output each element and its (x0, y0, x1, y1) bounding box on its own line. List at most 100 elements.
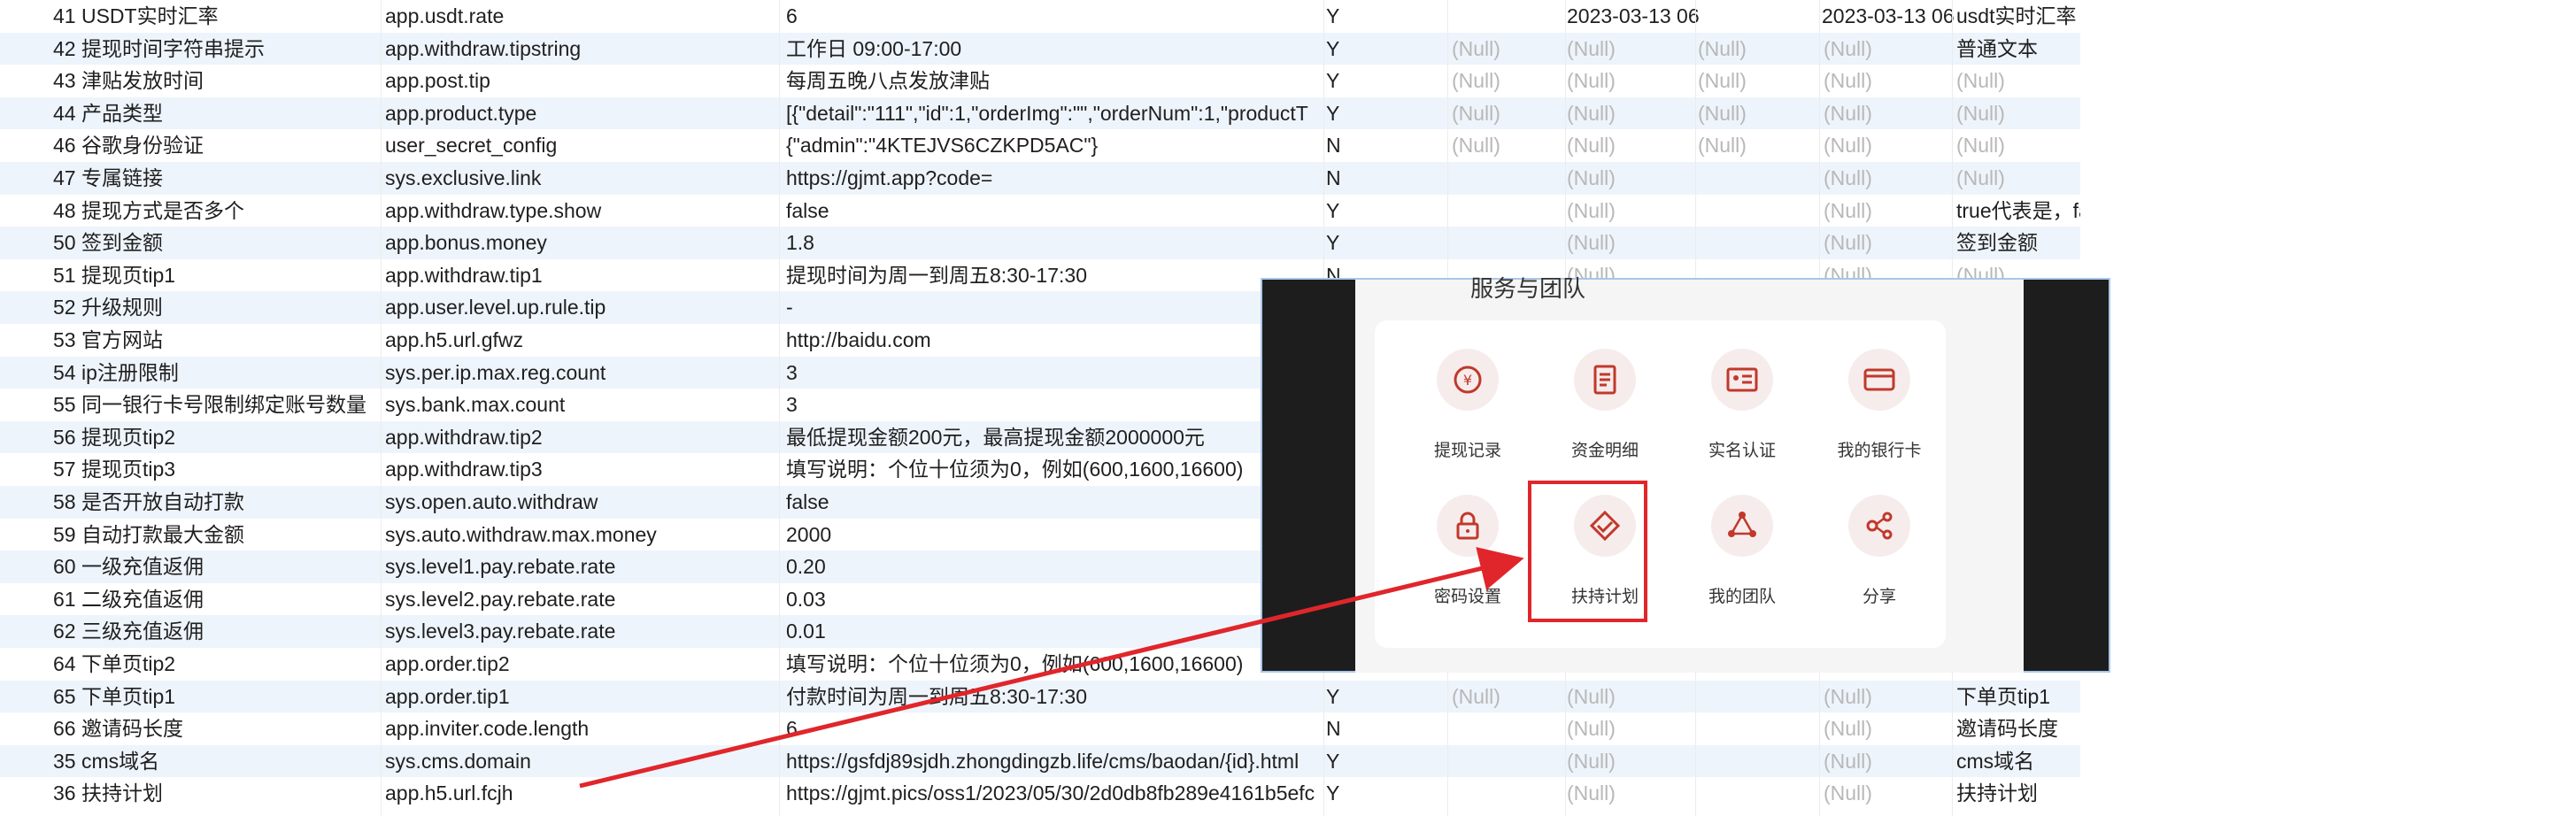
cell-n1[interactable]: (Null) (1452, 33, 1571, 65)
cell-id[interactable]: 57 提现页tip3 (53, 453, 382, 486)
cell-id[interactable]: 61 二级充值返佣 (53, 583, 382, 616)
cell-id[interactable]: 56 提现页tip2 (53, 421, 382, 454)
cell-n2[interactable] (1698, 195, 1813, 227)
cell-code[interactable]: app.withdraw.tipstring (385, 33, 779, 65)
cell-id[interactable]: 36 扶持计划 (53, 777, 382, 810)
cell-code[interactable]: app.usdt.rate (385, 0, 779, 33)
cell-id[interactable]: 43 津贴发放时间 (53, 65, 382, 97)
cell-flag[interactable]: Y (1326, 227, 1353, 259)
cell-n2[interactable] (1698, 681, 1813, 713)
cell-id[interactable]: 62 三级充值返佣 (53, 615, 382, 648)
cell-flag[interactable]: N (1326, 712, 1353, 745)
service-item[interactable]: 实名认证 (1676, 338, 1809, 471)
cell-code[interactable]: app.order.tip1 (385, 681, 779, 713)
cell-d2[interactable] (1822, 745, 1955, 778)
cell-flag[interactable]: Y (1326, 195, 1353, 227)
cell-id[interactable]: 48 提现方式是否多个 (53, 195, 382, 227)
cell-d1[interactable]: (Null) (1567, 777, 1700, 810)
cell-note[interactable]: 扶持计划 (1956, 777, 2080, 810)
cell-d2[interactable] (1822, 195, 1955, 227)
cell-code[interactable]: sys.level2.pay.rebate.rate (385, 583, 779, 616)
cell-id[interactable]: 66 邀请码长度 (53, 712, 382, 745)
cell-n1[interactable]: (Null) (1452, 97, 1571, 130)
table-row[interactable]: 41 USDT实时汇率 app.usdt.rate 6 Y 2023-03-13 06:… (0, 0, 2080, 33)
table-row[interactable]: 36 扶持计划 app.h5.url.fcjh https://gjmt.pics/… (0, 777, 2080, 810)
cell-id[interactable]: 59 自动打款最大金额 (53, 519, 382, 551)
cell-value[interactable]: 2000 (786, 519, 1326, 551)
table-row[interactable]: 65 下单页tip1 app.order.tip1 付款时间为周一到周五8:30-1… (0, 680, 2080, 713)
cell-note[interactable]: true代表是，fal (1956, 195, 2080, 227)
cell-value[interactable]: 1.8 (786, 227, 1326, 259)
cell-value[interactable]: http://baidu.com (786, 324, 1326, 357)
cell-d1[interactable]: (Null) (1567, 195, 1700, 227)
table-row[interactable]: 66 邀请码长度 app.inviter.code.length 6 N (Null)(… (0, 712, 2080, 745)
cell-n2[interactable] (1698, 745, 1813, 778)
cell-id[interactable]: 55 同一银行卡号限制绑定账号数量 (53, 389, 382, 421)
service-item[interactable]: 我的团队 (1676, 484, 1809, 617)
table-row[interactable]: 48 提现方式是否多个 app.withdraw.type.show false Y (… (0, 195, 2080, 227)
cell-n2[interactable]: (Null) (1698, 33, 1813, 65)
cell-d2[interactable] (1822, 227, 1955, 259)
cell-value[interactable]: - (786, 291, 1326, 324)
cell-id[interactable]: 52 升级规则 (53, 291, 382, 324)
cell-n2[interactable]: (Null) (1698, 65, 1813, 97)
cell-d1[interactable]: (Null) (1567, 227, 1700, 259)
cell-note[interactable]: (Null) (1956, 162, 2080, 195)
cell-code[interactable]: user_secret_config (385, 129, 779, 162)
cell-id[interactable]: 54 ip注册限制 (53, 357, 382, 389)
cell-n1[interactable] (1452, 0, 1571, 33)
table-row[interactable]: 44 产品类型 app.product.type [{"detail":"111",… (0, 96, 2080, 130)
cell-n2[interactable] (1698, 712, 1813, 745)
cell-value[interactable]: https://gsfdj89sjdh.zhongdingzb.life/cms… (786, 745, 1326, 778)
cell-n2[interactable] (1698, 777, 1813, 810)
cell-note[interactable]: 签到金额 (1956, 227, 2080, 259)
cell-code[interactable]: app.withdraw.type.show (385, 195, 779, 227)
cell-code[interactable]: app.inviter.code.length (385, 712, 779, 745)
cell-id[interactable]: 64 下单页tip2 (53, 648, 382, 681)
cell-code[interactable]: sys.per.ip.max.reg.count (385, 357, 779, 389)
cell-id[interactable]: 44 产品类型 (53, 97, 382, 130)
table-row[interactable]: 35 cms域名 sys.cms.domain https://gsfdj89sjd… (0, 744, 2080, 778)
cell-note[interactable]: cms域名 (1956, 745, 2080, 778)
cell-value[interactable]: false (786, 486, 1326, 519)
cell-code[interactable]: sys.auto.withdraw.max.money (385, 519, 779, 551)
cell-d1[interactable]: (Null) (1567, 65, 1700, 97)
cell-code[interactable]: sys.level1.pay.rebate.rate (385, 550, 779, 583)
cell-note[interactable]: 普通文本 (1956, 33, 2080, 65)
table-row[interactable]: 47 专属链接 sys.exclusive.link https://gjmt.ap… (0, 162, 2080, 195)
cell-id[interactable]: 60 一级充值返佣 (53, 550, 382, 583)
cell-flag[interactable]: Y (1326, 33, 1353, 65)
cell-code[interactable]: sys.bank.max.count (385, 389, 779, 421)
cell-d2[interactable] (1822, 129, 1955, 162)
cell-n1[interactable] (1452, 195, 1571, 227)
cell-code[interactable]: app.withdraw.tip1 (385, 259, 779, 292)
cell-d1[interactable]: (Null) (1567, 745, 1700, 778)
cell-value[interactable]: 工作日 09:00-17:00 (786, 33, 1326, 65)
service-item[interactable]: 资金明细 (1539, 338, 1671, 471)
cell-value[interactable]: 0.03 (786, 583, 1326, 616)
cell-code[interactable]: app.product.type (385, 97, 779, 130)
cell-note[interactable]: (Null) (1956, 129, 2080, 162)
cell-n2[interactable] (1698, 227, 1813, 259)
cell-id[interactable]: 65 下单页tip1 (53, 681, 382, 713)
table-row[interactable]: 42 提现时间字符串提示 app.withdraw.tipstring 工作日 09… (0, 32, 2080, 65)
cell-d1[interactable]: (Null) (1567, 162, 1700, 195)
cell-value[interactable]: 6 (786, 712, 1326, 745)
cell-id[interactable]: 42 提现时间字符串提示 (53, 33, 382, 65)
cell-flag[interactable]: Y (1326, 681, 1353, 713)
table-row[interactable]: 46 谷歌身份验证 user_secret_config {"admin":"4KT… (0, 129, 2080, 162)
cell-id[interactable]: 41 USDT实时汇率 (53, 0, 382, 33)
cell-flag[interactable]: Y (1326, 745, 1353, 778)
cell-code[interactable]: app.withdraw.tip2 (385, 421, 779, 454)
cell-d2[interactable] (1822, 777, 1955, 810)
cell-n1[interactable]: (Null) (1452, 681, 1571, 713)
cell-d2[interactable] (1822, 712, 1955, 745)
table-row[interactable]: 50 签到金额 app.bonus.money 1.8 Y (Null) (Null) 签到… (0, 227, 2080, 259)
cell-value[interactable]: 3 (786, 389, 1326, 421)
cell-value[interactable]: https://gjmt.pics/oss1/2023/05/30/2d0db8… (786, 777, 1326, 810)
cell-value[interactable]: 填写说明：个位十位须为0，例如(600,1600,16600) (786, 648, 1326, 681)
cell-d1[interactable]: 2023-03-13 06: (1567, 0, 1700, 33)
cell-value[interactable]: 0.01 (786, 615, 1326, 648)
cell-d1[interactable]: (Null) (1567, 681, 1700, 713)
cell-code[interactable]: sys.cms.domain (385, 745, 779, 778)
